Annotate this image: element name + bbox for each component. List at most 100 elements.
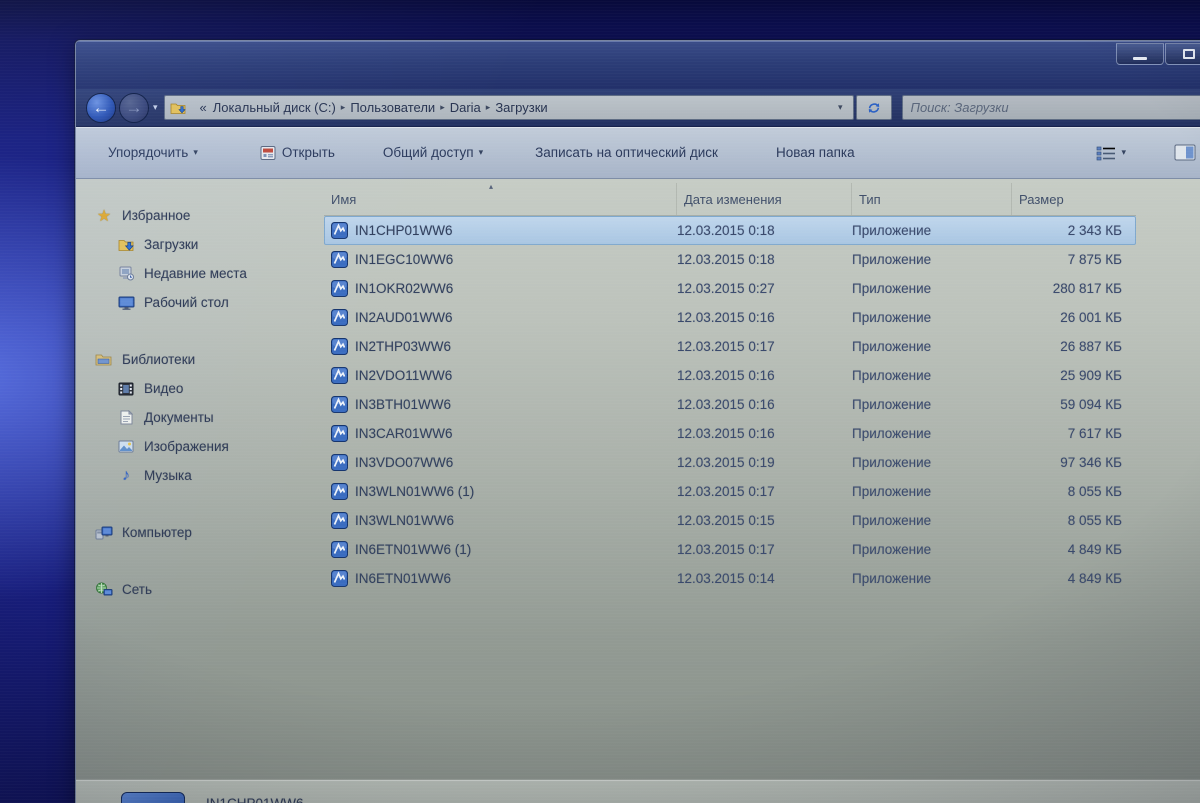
organize-button[interactable]: Упорядочить ▾ — [108, 145, 198, 160]
file-size: 8 055 КБ — [1067, 484, 1122, 499]
refresh-icon — [868, 102, 879, 113]
pictures-label: Изображения — [144, 439, 229, 454]
minimize-button[interactable] — [1116, 43, 1164, 65]
application-icon — [331, 309, 348, 326]
table-row[interactable]: IN6ETN01WW6 (1) 12.03.2015 0:17 Приложен… — [324, 535, 1136, 564]
sidebar-item-favorites[interactable]: ★ Избранное — [76, 201, 311, 230]
file-date: 12.03.2015 0:16 — [677, 426, 775, 441]
application-icon — [331, 396, 348, 413]
burn-label: Записать на оптический диск — [535, 145, 718, 160]
table-row[interactable]: IN3BTH01WW6 12.03.2015 0:16 Приложение 5… — [324, 390, 1136, 419]
file-name-cell: IN6ETN01WW6 — [331, 570, 677, 587]
file-date: 12.03.2015 0:15 — [677, 513, 775, 528]
explorer-window: ← → ▾ « Локальный диск (C:) ▸ Пользовате… — [75, 40, 1200, 803]
file-name-cell: IN6ETN01WW6 (1) — [331, 541, 677, 558]
column-header-name[interactable]: Имя ▴ — [324, 182, 676, 215]
downloads-folder-icon — [169, 101, 189, 115]
application-icon — [331, 570, 348, 587]
table-row[interactable]: IN2VDO11WW6 12.03.2015 0:16 Приложение 2… — [324, 361, 1136, 390]
table-row[interactable]: IN3CAR01WW6 12.03.2015 0:16 Приложение 7… — [324, 419, 1136, 448]
sidebar-item-recent-places[interactable]: Недавние места — [76, 259, 311, 288]
desktop-label: Рабочий стол — [144, 295, 229, 310]
file-type: Приложение — [852, 310, 932, 325]
breadcrumb-user-daria[interactable]: Daria — [447, 100, 484, 115]
sidebar-item-libraries[interactable]: Библиотеки — [76, 345, 311, 374]
sidebar-item-network[interactable]: Сеть — [76, 575, 311, 604]
share-button[interactable]: Общий доступ ▾ — [383, 145, 483, 160]
file-size: 26 887 КБ — [1060, 339, 1122, 354]
sidebar-item-computer[interactable]: Компьютер — [76, 518, 311, 547]
documents-icon — [116, 410, 136, 425]
sidebar-item-video[interactable]: Видео — [76, 374, 311, 403]
sidebar-item-downloads[interactable]: Загрузки — [76, 230, 311, 259]
file-list: Имя ▴ Дата изменения Тип Размер IN1CHP01… — [311, 179, 1200, 803]
back-icon: ← — [92, 97, 110, 117]
breadcrumb-users[interactable]: Пользователи — [347, 100, 438, 115]
file-name: IN3BTH01WW6 — [355, 397, 452, 412]
file-date: 12.03.2015 0:16 — [677, 368, 775, 383]
preview-pane-button[interactable] — [1174, 144, 1196, 161]
breadcrumb-separator-icon: ▸ — [485, 102, 491, 112]
file-name-cell: IN1OKR02WW6 — [331, 280, 677, 297]
file-type: Приложение — [852, 484, 932, 499]
open-label: Открыть — [281, 145, 335, 160]
file-name: IN6ETN01WW6 — [355, 571, 452, 586]
forward-button[interactable]: → — [119, 92, 149, 123]
change-view-button[interactable]: ▾ — [1096, 145, 1126, 161]
table-row[interactable]: IN3WLN01WW6 (1) 12.03.2015 0:17 Приложен… — [324, 477, 1136, 506]
file-name: IN1CHP01WW6 — [355, 223, 453, 238]
documents-label: Документы — [144, 410, 214, 425]
sidebar-item-desktop[interactable]: Рабочий стол — [76, 288, 311, 317]
table-row[interactable]: IN3VDO07WW6 12.03.2015 0:19 Приложение 9… — [324, 448, 1136, 477]
application-icon — [331, 454, 348, 471]
sidebar-item-pictures[interactable]: Изображения — [76, 432, 311, 461]
search-input[interactable] — [910, 100, 1200, 115]
column-headers: Имя ▴ Дата изменения Тип Размер — [324, 182, 1136, 216]
file-name-cell: IN3CAR01WW6 — [331, 425, 677, 442]
file-name: IN2AUD01WW6 — [355, 310, 453, 325]
application-icon — [331, 338, 348, 355]
file-name-cell: IN2THP03WW6 — [331, 338, 677, 355]
history-dropdown-icon[interactable]: ▾ — [153, 102, 158, 113]
downloads-folder-icon — [116, 238, 136, 252]
file-name-cell: IN1CHP01WW6 — [331, 222, 677, 239]
maximize-button[interactable] — [1165, 43, 1200, 65]
table-row[interactable]: IN1EGC10WW6 12.03.2015 0:18 Приложение 7… — [324, 245, 1136, 274]
video-icon — [116, 382, 136, 396]
refresh-button[interactable] — [855, 95, 892, 120]
address-dropdown-icon[interactable]: ▾ — [832, 102, 849, 113]
burn-button[interactable]: Записать на оптический диск — [535, 145, 718, 160]
application-icon — [331, 367, 348, 384]
column-header-size[interactable]: Размер — [1011, 183, 1136, 215]
file-name-cell: IN3VDO07WW6 — [331, 454, 677, 471]
column-header-date[interactable]: Дата изменения — [676, 183, 851, 215]
date-header-label: Дата изменения — [684, 191, 782, 207]
table-row[interactable]: IN1OKR02WW6 12.03.2015 0:27 Приложение 2… — [324, 274, 1136, 303]
column-header-type[interactable]: Тип — [851, 183, 1011, 215]
table-row[interactable]: IN6ETN01WW6 12.03.2015 0:14 Приложение 4… — [324, 564, 1136, 593]
address-bar[interactable]: « Локальный диск (C:) ▸ Пользователи ▸ D… — [163, 95, 854, 120]
navigation-bar: ← → ▾ « Локальный диск (C:) ▸ Пользовате… — [76, 89, 1200, 127]
table-row[interactable]: IN1CHP01WW6 12.03.2015 0:18 Приложение 2… — [324, 216, 1136, 245]
file-name: IN2THP03WW6 — [355, 339, 452, 354]
titlebar[interactable] — [76, 41, 1200, 89]
back-button[interactable]: ← — [86, 92, 116, 123]
table-row[interactable]: IN3WLN01WW6 12.03.2015 0:15 Приложение 8… — [324, 506, 1136, 535]
table-row[interactable]: IN2AUD01WW6 12.03.2015 0:16 Приложение 2… — [324, 303, 1136, 332]
maximize-icon — [1183, 49, 1195, 59]
organize-label: Упорядочить — [108, 145, 189, 160]
open-button[interactable]: Открыть — [260, 145, 335, 161]
chevron-down-icon: ▾ — [193, 147, 198, 157]
table-row[interactable]: IN2THP03WW6 12.03.2015 0:17 Приложение 2… — [324, 332, 1136, 361]
new-folder-label: Новая папка — [775, 145, 855, 160]
sidebar-item-music[interactable]: ♪ Музыка — [76, 461, 311, 490]
star-icon: ★ — [96, 207, 112, 225]
new-folder-button[interactable]: Новая папка — [776, 145, 855, 160]
command-toolbar: Упорядочить ▾ Открыть Общий доступ ▾ Зап… — [76, 127, 1200, 179]
type-header-label: Тип — [859, 191, 881, 207]
sidebar-item-documents[interactable]: Документы — [76, 403, 311, 432]
breadcrumb-downloads[interactable]: Загрузки — [492, 100, 550, 115]
breadcrumb-drive[interactable]: Локальный диск (C:) — [210, 100, 339, 115]
file-name: IN6ETN01WW6 (1) — [355, 542, 472, 557]
